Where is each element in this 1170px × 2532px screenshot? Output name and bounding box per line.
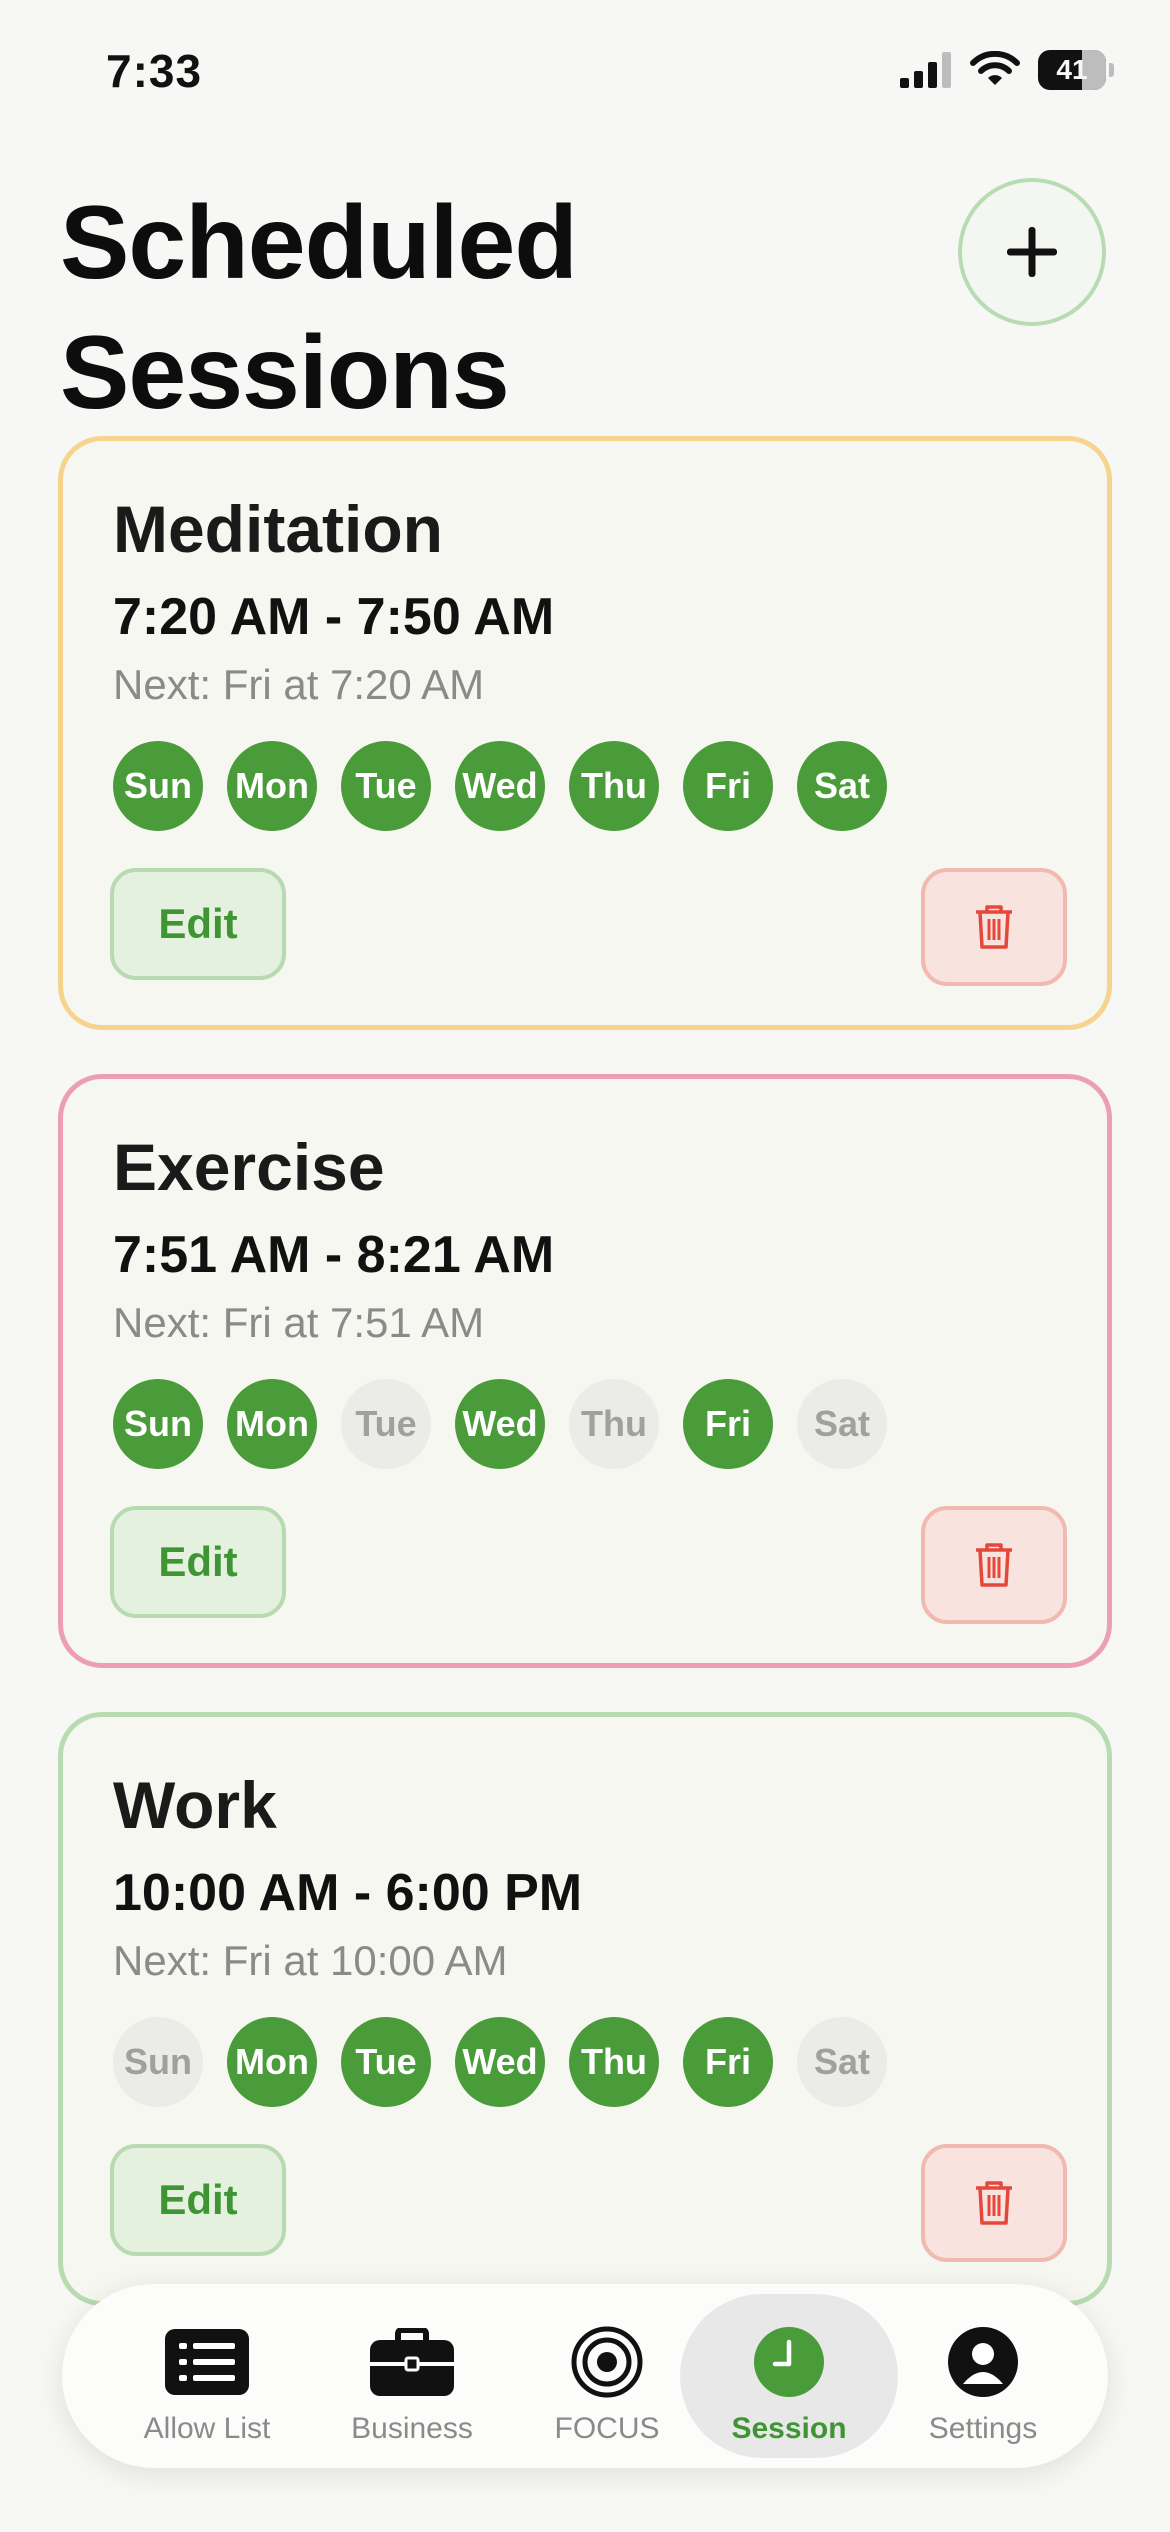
day-toggle-sat[interactable]: Sat — [797, 741, 887, 831]
battery-icon: 41 — [1038, 50, 1106, 90]
target-icon — [571, 2326, 643, 2398]
status-icons: 41 — [900, 50, 1114, 90]
day-toggle-fri[interactable]: Fri — [683, 741, 773, 831]
session-card-work: Work 10:00 AM - 6:00 PM Next: Fri at 10:… — [58, 1712, 1112, 2306]
day-toggle-sat[interactable]: Sat — [797, 1379, 887, 1469]
day-selector: Sun Mon Tue Wed Thu Fri Sat — [113, 741, 887, 831]
battery-level: 41 — [1056, 54, 1088, 85]
status-time: 7:33 — [106, 45, 203, 97]
day-toggle-tue[interactable]: Tue — [341, 1379, 431, 1469]
day-toggle-wed[interactable]: Wed — [455, 2017, 545, 2107]
tab-label: Settings — [928, 2412, 1038, 2445]
session-time: 7:20 AM - 7:50 AM — [113, 588, 555, 646]
day-toggle-fri[interactable]: Fri — [683, 1379, 773, 1469]
cellular-signal-icon — [900, 52, 951, 88]
tab-label: Session — [731, 2412, 847, 2445]
day-toggle-thu[interactable]: Thu — [569, 1379, 659, 1469]
session-next: Next: Fri at 7:20 AM — [113, 661, 485, 708]
delete-button[interactable] — [921, 2144, 1067, 2262]
day-selector: Sun Mon Tue Wed Thu Fri Sat — [113, 2017, 887, 2107]
tab-label: Business — [351, 2412, 473, 2445]
day-toggle-wed[interactable]: Wed — [455, 1379, 545, 1469]
briefcase-icon — [370, 2328, 454, 2396]
session-name: Meditation — [113, 492, 443, 566]
session-name: Work — [113, 1768, 277, 1842]
day-toggle-wed[interactable]: Wed — [455, 741, 545, 831]
day-toggle-tue[interactable]: Tue — [341, 741, 431, 831]
list-icon — [165, 2329, 249, 2395]
edit-button[interactable]: Edit — [110, 1506, 286, 1618]
day-toggle-thu[interactable]: Thu — [569, 2017, 659, 2107]
edit-button[interactable]: Edit — [110, 868, 286, 980]
day-toggle-thu[interactable]: Thu — [569, 741, 659, 831]
clock-icon — [754, 2327, 824, 2397]
day-toggle-tue[interactable]: Tue — [341, 2017, 431, 2107]
page-title: Scheduled Sessions — [60, 185, 578, 431]
tab-settings[interactable]: Settings — [874, 2294, 1092, 2458]
day-selector: Sun Mon Tue Wed Thu Fri Sat — [113, 1379, 887, 1469]
tab-label: Allow List — [143, 2412, 271, 2445]
edit-button[interactable]: Edit — [110, 2144, 286, 2256]
tab-bar: Allow List Business FOCUS Session Settin… — [62, 2284, 1108, 2468]
trash-icon — [976, 1543, 1012, 1587]
session-time: 10:00 AM - 6:00 PM — [113, 1864, 583, 1922]
delete-button[interactable] — [921, 1506, 1067, 1624]
day-toggle-sat[interactable]: Sat — [797, 2017, 887, 2107]
wifi-icon — [970, 51, 1020, 85]
tab-session[interactable]: Session — [680, 2294, 898, 2458]
day-toggle-mon[interactable]: Mon — [227, 741, 317, 831]
plus-icon — [1007, 227, 1057, 277]
day-toggle-mon[interactable]: Mon — [227, 2017, 317, 2107]
day-toggle-sun[interactable]: Sun — [113, 741, 203, 831]
tab-business[interactable]: Business — [303, 2294, 521, 2458]
trash-icon — [976, 2181, 1012, 2225]
day-toggle-sun[interactable]: Sun — [113, 1379, 203, 1469]
day-toggle-fri[interactable]: Fri — [683, 2017, 773, 2107]
session-card-exercise: Exercise 7:51 AM - 8:21 AM Next: Fri at … — [58, 1074, 1112, 1668]
session-next: Next: Fri at 10:00 AM — [113, 1937, 508, 1984]
session-time: 7:51 AM - 8:21 AM — [113, 1226, 555, 1284]
delete-button[interactable] — [921, 868, 1067, 986]
day-toggle-sun[interactable]: Sun — [113, 2017, 203, 2107]
session-name: Exercise — [113, 1130, 385, 1204]
session-next: Next: Fri at 7:51 AM — [113, 1299, 485, 1346]
tab-label: FOCUS — [554, 2412, 660, 2445]
day-toggle-mon[interactable]: Mon — [227, 1379, 317, 1469]
add-session-button[interactable] — [958, 178, 1106, 326]
status-bar: 7:33 41 — [0, 0, 1170, 150]
tab-allow-list[interactable]: Allow List — [98, 2294, 316, 2458]
trash-icon — [976, 905, 1012, 949]
person-icon — [948, 2327, 1018, 2397]
session-card-meditation: Meditation 7:20 AM - 7:50 AM Next: Fri a… — [58, 436, 1112, 1030]
